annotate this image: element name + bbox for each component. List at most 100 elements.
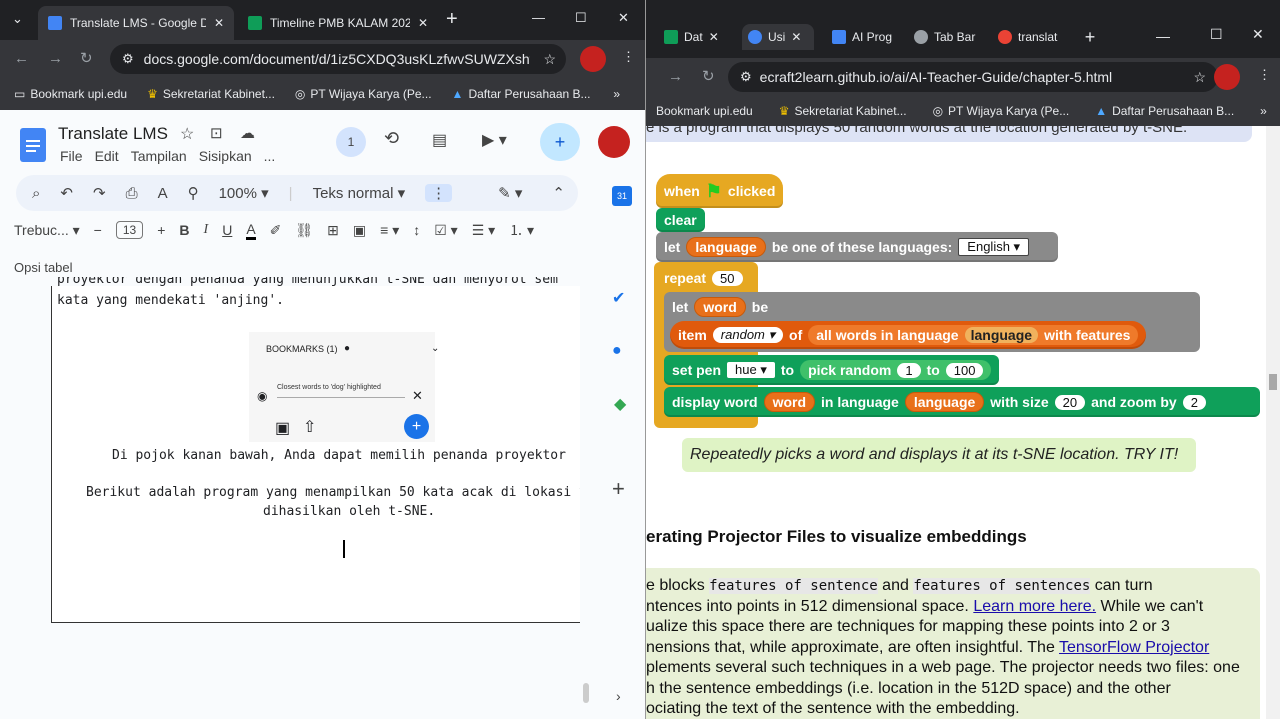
comment-icon[interactable]: ▤ — [432, 130, 447, 150]
close-window-button[interactable]: ✕ — [1252, 26, 1264, 43]
item-of-reporter[interactable]: item random ▾ of all words in language langu… — [670, 321, 1147, 349]
increase-size-icon[interactable]: + — [157, 222, 165, 238]
language-dropdown[interactable]: English ▾ — [958, 238, 1030, 256]
let-language-block[interactable]: let language be one of these languages: Eng… — [656, 232, 1058, 262]
chevron-up-icon[interactable]: ⌃ — [552, 184, 565, 202]
star-icon[interactable]: ☆ — [180, 124, 194, 144]
close-icon[interactable]: ✕ — [214, 16, 224, 30]
forward-icon[interactable]: → — [48, 50, 63, 67]
chevron-right-icon[interactable]: » — [613, 87, 620, 101]
site-info-icon[interactable]: ⚙ — [122, 51, 134, 67]
left-tab-sheets[interactable]: Timeline PMB KALAM 2024 ✕ — [238, 6, 438, 40]
image-icon[interactable]: ▣ — [353, 222, 366, 239]
left-tab-docs[interactable]: Translate LMS - Google Do ✕ — [38, 6, 234, 40]
close-icon[interactable]: ✕ — [709, 30, 719, 44]
right-tab-2[interactable]: AI Prog — [826, 24, 904, 50]
meet-icon[interactable]: ▶ ▾ — [482, 130, 507, 150]
avatar[interactable] — [1214, 64, 1240, 90]
right-address-bar[interactable]: ⚙ ecraft2learn.github.io/ai/AI-Teacher-G… — [728, 62, 1218, 92]
new-tab-button[interactable]: + — [1078, 26, 1102, 48]
reload-icon[interactable]: ↻ — [702, 67, 715, 85]
docs-logo-icon[interactable] — [20, 128, 46, 162]
print-icon[interactable]: ⎙ — [126, 185, 138, 202]
doc-scrollbar[interactable] — [583, 683, 589, 703]
menu-icon[interactable]: ⋮ — [1258, 67, 1271, 83]
link-icon[interactable]: ⛓ — [295, 222, 313, 239]
bookmark-item[interactable]: ▲ Daftar Perusahaan B... — [1095, 104, 1234, 118]
random-dropdown[interactable]: random ▾ — [712, 327, 784, 343]
menu-icon[interactable]: ⋮ — [622, 49, 635, 65]
new-tab-button[interactable]: + — [446, 8, 458, 31]
avatar[interactable] — [580, 46, 606, 72]
forward-icon[interactable]: → — [668, 68, 683, 85]
checklist-icon[interactable]: ☑ ▾ — [434, 222, 457, 239]
font-size-input[interactable]: 13 — [115, 221, 144, 239]
back-icon[interactable]: ← — [14, 50, 29, 67]
menu-insert[interactable]: Sisipkan — [199, 148, 252, 164]
avatar[interactable] — [598, 126, 630, 158]
site-info-icon[interactable]: ⚙ — [740, 69, 752, 85]
bookmark-item[interactable]: ♛ Sekretariat Kabinet... — [147, 87, 275, 101]
cloud-icon[interactable]: ☁ — [240, 124, 255, 142]
edit-mode-icon[interactable]: ✎ ▾ — [498, 184, 522, 202]
star-icon[interactable]: ☆ — [543, 51, 556, 68]
close-window-button[interactable]: ✕ — [618, 10, 629, 26]
star-icon[interactable]: ☆ — [1193, 69, 1206, 86]
undo-icon[interactable]: ↶ — [60, 184, 73, 202]
style-select[interactable]: Teks normal ▾ — [313, 184, 406, 202]
right-tab-3[interactable]: Tab Bar — [908, 24, 984, 50]
chevron-right-icon[interactable]: » — [1260, 104, 1267, 118]
menu-view[interactable]: Tampilan — [131, 148, 187, 164]
minimize-button[interactable]: — — [1156, 28, 1170, 44]
maps-icon[interactable]: ◆ — [614, 394, 626, 414]
right-tab-0[interactable]: Dat ✕ — [658, 24, 738, 50]
more-icon[interactable]: ⋮ — [425, 184, 453, 202]
decrease-size-icon[interactable]: − — [94, 222, 102, 238]
maximize-button[interactable]: ☐ — [575, 10, 587, 26]
tensorflow-projector-link[interactable]: TensorFlow Projector — [1059, 639, 1209, 656]
text-color-icon[interactable]: A — [246, 221, 256, 240]
bookmark-item[interactable]: Bookmark upi.edu — [656, 104, 753, 118]
hat-block[interactable]: when ⚑ clicked — [656, 174, 784, 208]
bookmark-item[interactable]: ◎ PT Wijaya Karya (Pe... — [933, 104, 1070, 118]
highlight-icon[interactable]: ✐ — [270, 222, 282, 239]
scrollbar-thumb[interactable] — [1269, 374, 1277, 390]
doc-title[interactable]: Translate LMS — [58, 124, 168, 144]
search-icon[interactable]: ⌕ — [32, 185, 40, 202]
tab-search-icon[interactable]: ⌄ — [12, 11, 23, 27]
zoom-select[interactable]: 100% ▾ — [219, 184, 269, 202]
paint-format-icon[interactable]: ⚲ — [188, 184, 199, 202]
align-icon[interactable]: ≡ ▾ — [380, 222, 399, 239]
tasks-icon[interactable]: ✔ — [612, 288, 625, 308]
close-icon[interactable]: ✕ — [791, 30, 801, 44]
bold-icon[interactable]: B — [179, 222, 189, 238]
bullet-list-icon[interactable]: ☰ ▾ — [472, 222, 495, 239]
bookmark-item[interactable]: ▲ Daftar Perusahaan B... — [452, 87, 591, 101]
add-addon-icon[interactable]: + — [612, 476, 625, 502]
close-icon[interactable]: ✕ — [418, 16, 428, 30]
line-spacing-icon[interactable]: ↕ — [413, 222, 420, 238]
bookmark-item[interactable]: ♛ Sekretariat Kabinet... — [779, 104, 907, 118]
minimize-button[interactable]: — — [532, 10, 545, 25]
scrollbar[interactable] — [1266, 126, 1280, 719]
menu-edit[interactable]: Edit — [95, 148, 119, 164]
left-address-bar[interactable]: ⚙ docs.google.com/document/d/1iz5CXDQ3us… — [110, 44, 566, 74]
add-comment-icon[interactable]: ⊞ — [327, 222, 339, 239]
right-tab-4[interactable]: translat — [992, 24, 1078, 50]
numbered-list-icon[interactable]: ⒈ ▾ — [509, 220, 534, 240]
history-icon[interactable]: ⟲ — [384, 128, 399, 149]
table-options[interactable]: Opsi tabel — [14, 260, 73, 275]
set-pen-block[interactable]: set pen hue ▾ to pick random 1 to 100 — [664, 355, 1000, 385]
contacts-icon[interactable]: ● — [612, 342, 622, 360]
right-tab-1[interactable]: Usi ✕ — [742, 24, 814, 50]
hue-dropdown[interactable]: hue ▾ — [727, 362, 775, 378]
reload-icon[interactable]: ↻ — [80, 49, 93, 67]
maximize-button[interactable]: ☐ — [1210, 26, 1223, 43]
menu-file[interactable]: File — [60, 148, 83, 164]
spellcheck-icon[interactable]: A — [158, 185, 168, 202]
clear-block[interactable]: clear — [656, 208, 705, 232]
share-button[interactable]: + — [540, 123, 580, 161]
bookmark-item[interactable]: ◎ PT Wijaya Karya (Pe... — [295, 87, 432, 101]
move-icon[interactable]: ⊡ — [210, 124, 223, 142]
bookmark-item[interactable]: ▭ Bookmark upi.edu — [14, 87, 127, 101]
